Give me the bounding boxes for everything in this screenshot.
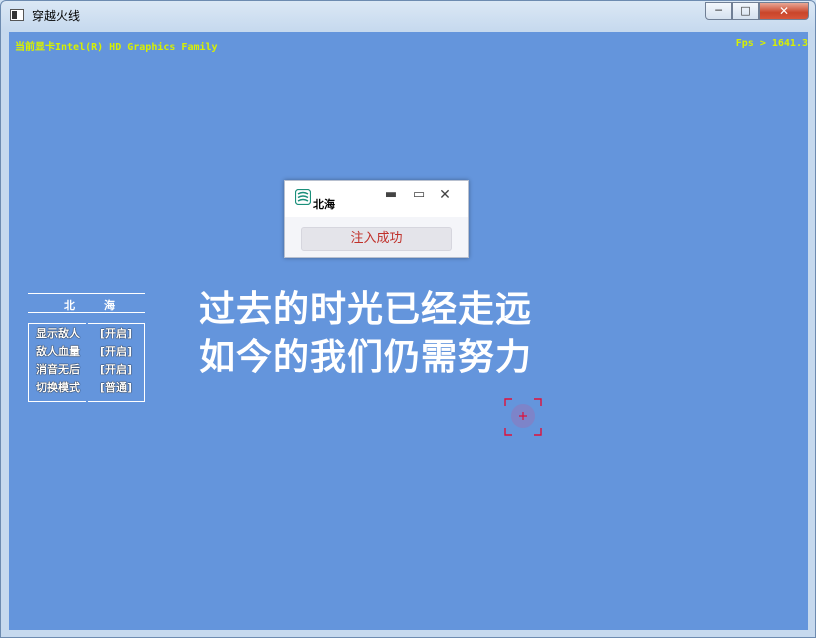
menu-item-value: [普通]	[100, 381, 133, 394]
slogan-text: 过去的时光已经走远 如今的我们仍需努力	[199, 286, 532, 382]
injector-dialog-title: 北海	[313, 198, 335, 211]
close-button[interactable]: ✕	[759, 2, 809, 20]
menu-item-switch-mode[interactable]: 切换模式 [普通]	[36, 379, 142, 396]
menu-item-silence-norecoil[interactable]: 消音无后 [开启]	[36, 361, 142, 378]
game-window: 穿越火线 ─ □ ✕ 当前显卡Intel(R) HD Graphics Fami…	[0, 0, 816, 638]
menu-item-label: 显示敌人	[36, 327, 80, 340]
window-titlebar[interactable]: 穿越火线 ─ □ ✕	[1, 1, 815, 31]
maximize-button[interactable]: □	[732, 2, 759, 20]
slogan-line-1: 过去的时光已经走远	[199, 289, 533, 330]
menu-item-value: [开启]	[100, 327, 133, 340]
injector-dialog: 北海 ▬ ▭ ✕ 注入成功	[284, 180, 469, 258]
dialog-minimize-icon[interactable]: ▬	[383, 187, 399, 203]
menu-item-label: 切换模式	[36, 381, 80, 394]
menu-item-label: 消音无后	[36, 363, 80, 376]
inject-status-button[interactable]: 注入成功	[301, 227, 452, 251]
menu-item-enemy-health[interactable]: 敌人血量 [开启]	[36, 343, 142, 360]
menu-item-value: [开启]	[100, 345, 133, 358]
gpu-info-text: 当前显卡Intel(R) HD Graphics Family	[15, 42, 218, 53]
menu-item-label: 敌人血量	[36, 345, 80, 358]
app-icon	[10, 9, 24, 21]
cheat-menu-title-right: 海	[104, 299, 115, 312]
slogan-line-2: 如今的我们仍需努力	[199, 337, 533, 378]
menu-item-show-enemy[interactable]: 显示敌人 [开启]	[36, 325, 142, 342]
cheat-menu: 北 海 显示敌人 [开启] 敌人血量 [开启] 消音无后 [开启] 切换模式 […	[28, 293, 146, 403]
crosshair-icon	[504, 398, 542, 436]
dialog-maximize-icon[interactable]: ▭	[411, 187, 427, 203]
cheat-menu-title: 北 海	[28, 293, 145, 313]
injector-dialog-header[interactable]: 北海 ▬ ▭ ✕	[285, 181, 468, 217]
minimize-button[interactable]: ─	[705, 2, 732, 20]
beihai-logo-icon	[295, 189, 311, 205]
window-title: 穿越火线	[32, 9, 81, 23]
cheat-menu-title-left: 北	[64, 299, 75, 312]
game-canvas[interactable]: 当前显卡Intel(R) HD Graphics Family Fps > 16…	[9, 32, 808, 630]
dialog-close-icon[interactable]: ✕	[437, 187, 453, 203]
fps-counter: Fps > 1641.3	[735, 38, 808, 49]
menu-item-value: [开启]	[100, 363, 133, 376]
